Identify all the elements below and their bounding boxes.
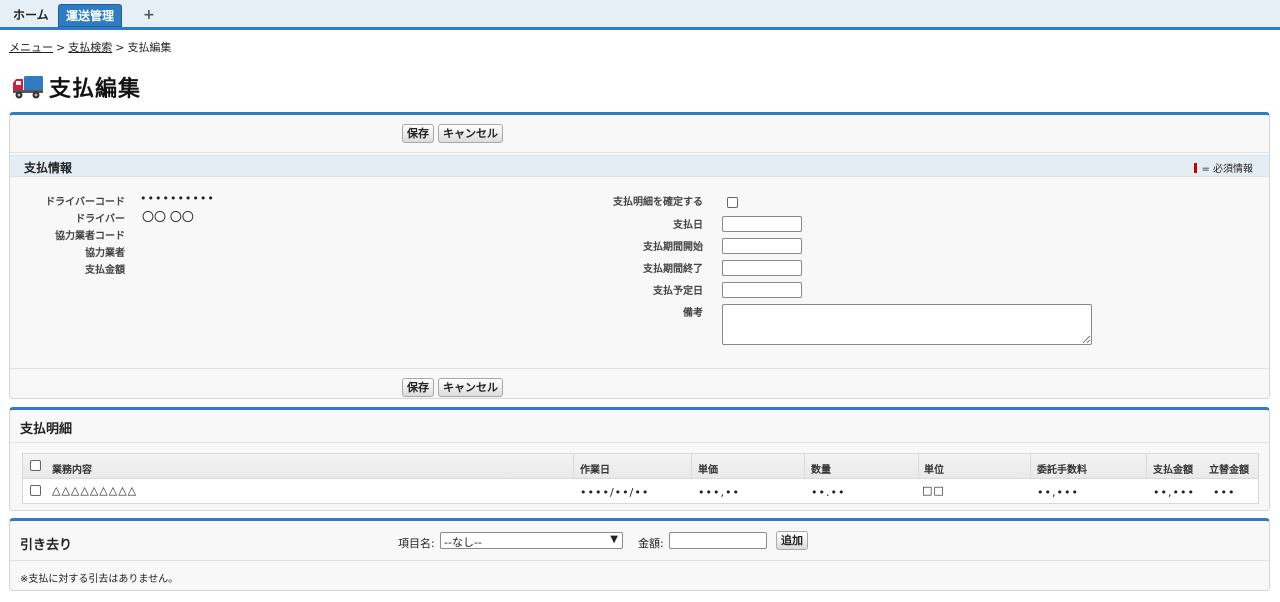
col-unit-price-header: 単価 bbox=[698, 465, 718, 476]
table-row[interactable]: △△△△△△△△△ ••••/••/•• •••,•• ••.•• □□ ••,… bbox=[23, 479, 1258, 503]
details-table: 業務内容 作業日 単価 数量 単位 委託手数料 支払金額 立替金額 △△△△△△… bbox=[22, 453, 1259, 504]
payment-details-panel: 支払明細 業務内容 作業日 単価 数量 単位 委託手数料 支払金額 立替金額 △… bbox=[9, 407, 1270, 511]
col-advance-header: 立替金額 bbox=[1209, 465, 1249, 476]
cell-task: △△△△△△△△△ bbox=[52, 484, 138, 497]
save-button[interactable]: 保存 bbox=[402, 124, 434, 143]
driver-code-label: ドライバーコード bbox=[45, 197, 125, 208]
required-legend-text: = 必須情報 bbox=[1201, 164, 1253, 175]
select-all-checkbox[interactable] bbox=[30, 460, 41, 471]
cell-date: ••••/••/•• bbox=[580, 486, 650, 499]
breadcrumb-current: 支払編集 bbox=[127, 41, 172, 54]
payment-info-form: ドライバーコード •••••••••• ドライバー 〇〇 〇〇 協力業者コード … bbox=[10, 177, 1269, 368]
col-date-header: 作業日 bbox=[580, 465, 610, 476]
row-checkbox[interactable] bbox=[30, 485, 41, 496]
payment-date-input[interactable] bbox=[722, 216, 802, 232]
divider bbox=[10, 560, 1269, 561]
breadcrumb-search-link[interactable]: 支払検索 bbox=[68, 41, 112, 54]
payment-info-header: 支払情報 = 必須情報 bbox=[10, 155, 1269, 177]
deductions-title: 引き去り bbox=[20, 538, 73, 553]
amount-input[interactable] bbox=[669, 532, 767, 549]
column-divider bbox=[1146, 454, 1147, 479]
tab-bar: ホーム 運送管理 + bbox=[0, 0, 1280, 30]
column-divider bbox=[573, 454, 574, 479]
breadcrumb-menu-link[interactable]: メニュー bbox=[9, 41, 53, 54]
payment-amount-label: 支払金額 bbox=[85, 265, 125, 276]
period-end-input[interactable] bbox=[722, 260, 802, 276]
driver-code-value: •••••••••• bbox=[140, 192, 215, 205]
chevron-down-icon: ▼ bbox=[610, 534, 618, 545]
bottom-button-row: 保存 キャンセル bbox=[10, 368, 1269, 406]
period-end-label: 支払期間終了 bbox=[643, 264, 703, 275]
cell-unit: □□ bbox=[922, 484, 945, 497]
deductions-panel: 引き去り 項目名: --なし-- ▼ 金額: 追加 ※支払に対する引去はありませ… bbox=[9, 518, 1270, 591]
scheduled-date-label: 支払予定日 bbox=[653, 286, 703, 297]
amount-label: 金額: bbox=[638, 537, 664, 550]
column-divider bbox=[691, 454, 692, 479]
section-title: 支払情報 bbox=[24, 161, 73, 175]
confirm-details-checkbox[interactable] bbox=[727, 197, 738, 208]
cancel-button[interactable]: キャンセル bbox=[438, 124, 503, 143]
item-name-label: 項目名: bbox=[398, 537, 435, 550]
item-name-select[interactable]: --なし-- ▼ bbox=[440, 532, 623, 549]
col-unit-header: 単位 bbox=[924, 465, 944, 476]
details-title: 支払明細 bbox=[20, 422, 73, 437]
partner-code-label: 協力業者コード bbox=[55, 231, 125, 242]
table-header: 業務内容 作業日 単価 数量 単位 委託手数料 支払金額 立替金額 bbox=[23, 454, 1258, 479]
save-button[interactable]: 保存 bbox=[402, 378, 434, 397]
add-tab-icon[interactable]: + bbox=[136, 4, 162, 27]
partner-label: 協力業者 bbox=[85, 248, 125, 259]
tab-transport-management[interactable]: 運送管理 bbox=[58, 4, 123, 27]
note-textarea[interactable] bbox=[722, 304, 1092, 345]
cell-amount: ••,••• bbox=[1153, 486, 1195, 499]
period-start-input[interactable] bbox=[722, 238, 802, 254]
payment-edit-panel: 保存 キャンセル 支払情報 = 必須情報 ドライバーコード ••••••••••… bbox=[9, 112, 1270, 399]
breadcrumb-separator: > bbox=[115, 41, 125, 54]
required-marker-icon bbox=[1194, 162, 1198, 173]
page-title: 支払編集 bbox=[49, 77, 142, 102]
column-divider bbox=[804, 454, 805, 479]
col-quantity-header: 数量 bbox=[811, 465, 831, 476]
period-start-label: 支払期間開始 bbox=[643, 242, 703, 253]
column-divider bbox=[918, 454, 919, 479]
cell-unit-price: •••,•• bbox=[698, 486, 740, 499]
top-button-row: 保存 キャンセル bbox=[10, 115, 1269, 153]
required-legend: = 必須情報 bbox=[1194, 160, 1253, 175]
col-commission-header: 委託手数料 bbox=[1037, 465, 1087, 476]
cell-advance: ••• bbox=[1213, 486, 1236, 499]
cell-quantity: ••.•• bbox=[811, 486, 846, 499]
cell-commission: ••,••• bbox=[1037, 486, 1079, 499]
col-task-header: 業務内容 bbox=[52, 465, 92, 476]
add-button[interactable]: 追加 bbox=[776, 531, 808, 550]
scheduled-date-input[interactable] bbox=[722, 282, 802, 298]
truck-icon bbox=[12, 73, 44, 101]
confirm-details-label: 支払明細を確定する bbox=[613, 197, 703, 208]
driver-label: ドライバー bbox=[75, 214, 125, 225]
cancel-button[interactable]: キャンセル bbox=[438, 378, 503, 397]
divider bbox=[10, 442, 1269, 443]
column-divider bbox=[1030, 454, 1031, 479]
no-deductions-note: ※支払に対する引去はありません。 bbox=[20, 574, 179, 585]
breadcrumb-separator: > bbox=[56, 41, 66, 54]
payment-date-label: 支払日 bbox=[673, 220, 703, 231]
tab-home[interactable]: ホーム bbox=[6, 4, 56, 27]
item-name-selected: --なし-- bbox=[444, 536, 482, 549]
page-header: 支払編集 bbox=[12, 71, 141, 103]
driver-value: 〇〇 〇〇 bbox=[142, 210, 194, 224]
note-label: 備考 bbox=[683, 308, 703, 319]
breadcrumb: メニュー > 支払検索 > 支払編集 bbox=[9, 39, 171, 55]
col-amount-header: 支払金額 bbox=[1153, 465, 1193, 476]
